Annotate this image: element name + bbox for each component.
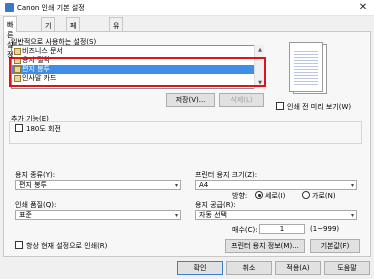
copies-label: 매수(C): bbox=[232, 226, 258, 234]
rotate-180-checkbox[interactable] bbox=[15, 124, 23, 132]
landscape-radio[interactable] bbox=[302, 191, 310, 199]
canon-app-icon bbox=[5, 3, 14, 12]
paper-source-label: 용지 공급(R): bbox=[195, 201, 236, 209]
chevron-down-icon: ▾ bbox=[350, 182, 354, 189]
defaults-button[interactable]: 기본값(F) bbox=[310, 239, 360, 253]
close-window-button[interactable]: ✕ bbox=[354, 1, 372, 14]
portrait-label: 세로(I) bbox=[265, 192, 286, 200]
paper-source-select[interactable]: 자동 선택 ▾ bbox=[195, 210, 357, 220]
media-type-select[interactable]: 편지 봉투 ▾ bbox=[15, 180, 181, 190]
cancel-button[interactable]: 취소 bbox=[226, 261, 272, 275]
list-item[interactable]: 비즈니스 문서 bbox=[12, 47, 257, 56]
paper-size-label: 프린터 용지 크기(Z): bbox=[195, 171, 258, 179]
preview-before-print-checkbox[interactable] bbox=[276, 102, 284, 110]
paper-preview bbox=[289, 42, 331, 96]
media-type-label: 용지 종류(Y): bbox=[15, 171, 56, 179]
title-bar: Canon 인쇄 기본 설정 ✕ bbox=[0, 0, 374, 16]
extra-features-frame bbox=[9, 121, 362, 144]
tab-main[interactable]: 기본 bbox=[41, 17, 56, 40]
chevron-down-icon: ▾ bbox=[350, 212, 354, 219]
ok-button[interactable]: 확인 bbox=[177, 261, 223, 275]
tab-maintenance[interactable]: 유지 관리 bbox=[109, 17, 124, 60]
print-quality-select[interactable]: 표준 ▾ bbox=[15, 210, 181, 220]
save-button[interactable]: 저장(V)... bbox=[166, 93, 215, 107]
help-button[interactable]: 도움말 bbox=[324, 261, 370, 275]
delete-button[interactable]: 삭제(L) bbox=[219, 93, 264, 107]
copies-range: (1~999) bbox=[310, 225, 340, 233]
always-print-label: 항상 현재 설정으로 인쇄(R) bbox=[26, 242, 108, 250]
highlight-box bbox=[9, 57, 266, 87]
window-title: Canon 인쇄 기본 설정 bbox=[17, 4, 85, 12]
chevron-down-icon: ▾ bbox=[174, 212, 178, 219]
apply-button[interactable]: 적용(A) bbox=[275, 261, 321, 275]
paper-size-select[interactable]: A4 ▾ bbox=[195, 180, 357, 190]
tab-quick-setup[interactable]: 빠른 설정 bbox=[3, 16, 18, 59]
printer-paper-info-button[interactable]: 프린터 용지 정보(M)... bbox=[225, 239, 305, 253]
print-quality-label: 인쇄 품질(Q): bbox=[15, 201, 57, 209]
chevron-down-icon: ▾ bbox=[174, 182, 178, 189]
always-print-checkbox[interactable] bbox=[15, 241, 23, 249]
copies-input[interactable]: 1 bbox=[259, 224, 305, 234]
scroll-up-icon[interactable]: ▲ bbox=[256, 46, 264, 54]
portrait-radio[interactable] bbox=[255, 191, 263, 199]
preview-before-print-label: 인쇄 전 미리 보기(W) bbox=[287, 103, 352, 111]
document-icon bbox=[14, 48, 21, 55]
landscape-label: 가로(N) bbox=[312, 192, 336, 200]
rotate-180-label: 180도 회전 bbox=[26, 125, 61, 133]
tab-page-setup[interactable]: 페이지 설정 bbox=[66, 17, 81, 70]
